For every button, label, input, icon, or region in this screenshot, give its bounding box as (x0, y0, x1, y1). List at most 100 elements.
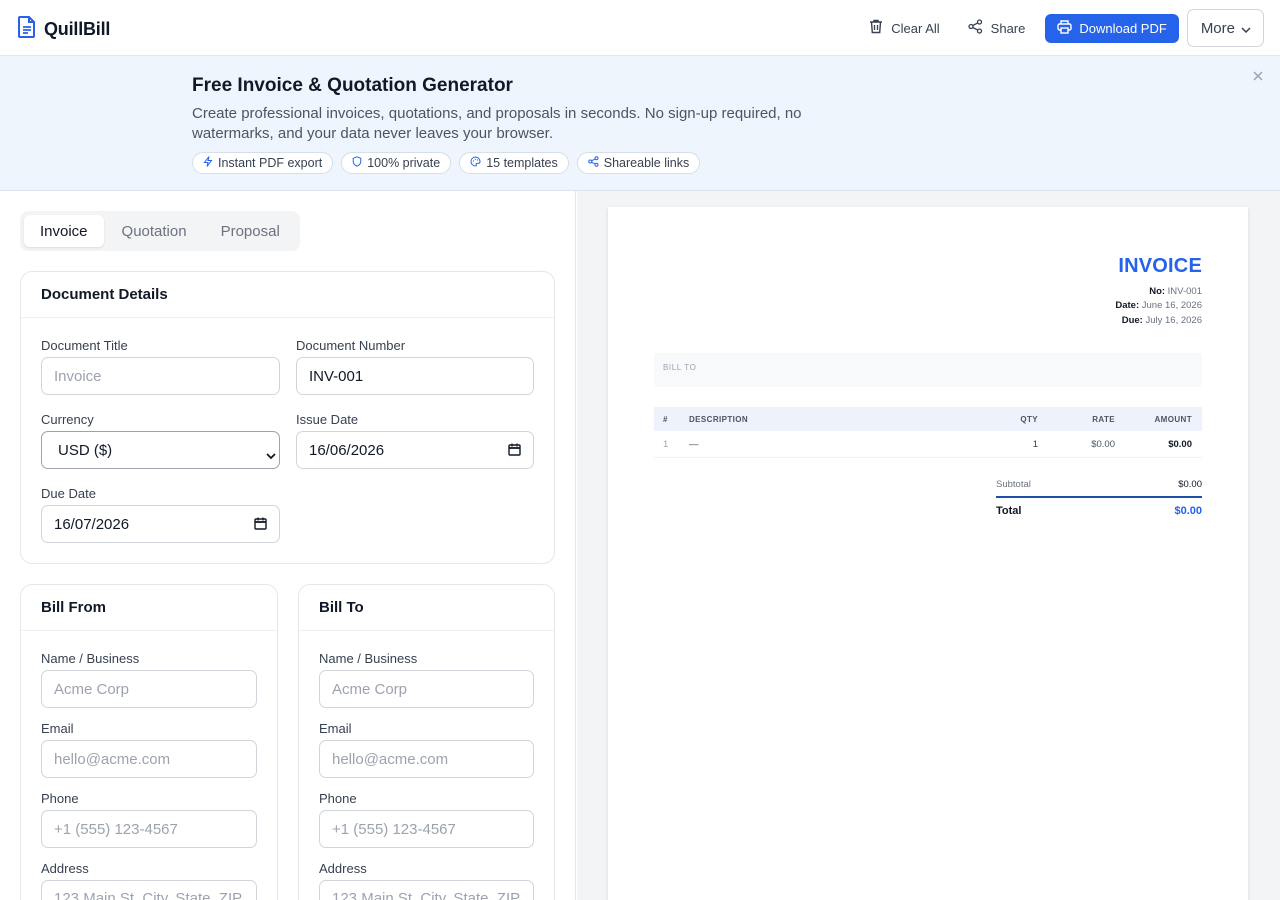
bill-from-heading: Bill From (21, 585, 277, 631)
bill-to-heading: Bill To (299, 585, 554, 631)
document-number-input[interactable]: INV-001 (296, 357, 534, 395)
preview-no-label: No: (1149, 286, 1166, 297)
issue-date-value: 16/06/2026 (309, 441, 385, 459)
preview-doc-title: INVOICE (1118, 255, 1202, 277)
calendar-icon[interactable] (508, 443, 521, 460)
share-button[interactable]: Share (958, 13, 1036, 43)
printer-icon (1057, 19, 1073, 37)
preview-due-label: Due: (1121, 315, 1143, 326)
chip-templates: 15 templates (459, 152, 569, 174)
currency-select[interactable]: USD ($) (41, 431, 280, 469)
issue-date-input[interactable]: 16/06/2026 (296, 431, 534, 469)
more-menu-button[interactable]: More (1186, 9, 1264, 47)
preview-total: Total $0.00 (996, 505, 1202, 523)
feature-chips: Instant PDF export 100% private 15 templ… (192, 152, 701, 174)
due-date-value: 16/07/2026 (54, 515, 130, 533)
total-value: $0.00 (1174, 505, 1202, 517)
row-rate: $0.00 (1091, 439, 1115, 450)
from-address-label: Address (41, 861, 89, 876)
chip-label: Instant PDF export (218, 156, 323, 170)
share-icon (968, 19, 983, 37)
document-number-label: Document Number (296, 338, 406, 353)
col-amount: AMOUNT (1154, 415, 1192, 424)
from-email-label: Email (41, 721, 74, 736)
document-title-label: Document Title (41, 338, 128, 353)
to-email-label: Email (319, 721, 352, 736)
bill-to-card: Bill To Name / Business Acme Corp Email … (298, 584, 555, 900)
currency-label: Currency (41, 412, 94, 427)
preview-date-value: June 16, 2026 (1141, 300, 1202, 311)
palette-icon (470, 156, 481, 170)
share-label: Share (990, 20, 1026, 36)
preview-issue-date: Date: June 16, 2026 (1115, 300, 1202, 311)
col-description: DESCRIPTION (689, 415, 749, 424)
banner-title: Free Invoice & Quotation Generator (192, 75, 513, 96)
from-phone-label: Phone (41, 791, 79, 806)
chip-private: 100% private (341, 152, 452, 174)
chip-label: Shareable links (603, 156, 690, 170)
to-address-label: Address (319, 861, 367, 876)
from-name-label: Name / Business (41, 651, 140, 666)
row-qty: 1 (1032, 439, 1038, 450)
col-num: # (663, 415, 668, 424)
invoice-preview-page: INVOICE No: INV-001 Date: June 16, 2026 … (608, 207, 1248, 900)
col-rate: RATE (1092, 415, 1115, 424)
to-email-input[interactable]: hello@acme.com (319, 740, 534, 778)
document-details-card: Document Details Document Title Invoice … (20, 271, 555, 564)
due-date-input[interactable]: 16/07/2026 (41, 505, 280, 543)
due-date-label: Due Date (41, 486, 96, 501)
row-num: 1 (663, 439, 669, 450)
trash-icon (869, 19, 883, 37)
close-icon (1252, 69, 1264, 86)
banner-description: Create professional invoices, quotations… (192, 105, 802, 142)
tab-proposal[interactable]: Proposal (205, 215, 296, 247)
document-icon (18, 16, 36, 43)
chip-label: 15 templates (486, 156, 558, 170)
chip-instant-pdf: Instant PDF export (192, 152, 334, 174)
to-phone-input[interactable]: +1 (555) 123-4567 (319, 810, 534, 848)
document-type-tabs: Invoice Quotation Proposal (20, 211, 300, 251)
total-divider (996, 496, 1202, 498)
share-icon (588, 156, 599, 170)
from-email-input[interactable]: hello@acme.com (41, 740, 257, 778)
total-label: Total (996, 505, 1022, 517)
preview-panel: INVOICE No: INV-001 Date: June 16, 2026 … (577, 191, 1280, 900)
row-amount: $0.00 (1168, 439, 1192, 450)
chip-shareable: Shareable links (576, 152, 701, 174)
clear-all-button[interactable]: Clear All (859, 13, 949, 43)
from-name-input[interactable]: Acme Corp (41, 670, 257, 708)
preview-due-value: July 16, 2026 (1145, 315, 1202, 326)
chip-label: 100% private (367, 156, 441, 170)
tab-invoice[interactable]: Invoice (24, 215, 104, 247)
to-address-input[interactable]: 123 Main St, City, State, ZIP (319, 880, 534, 900)
bolt-icon (203, 156, 213, 170)
preview-subtotal: Subtotal $0.00 (996, 479, 1202, 497)
issue-date-label: Issue Date (296, 412, 359, 427)
from-phone-input[interactable]: +1 (555) 123-4567 (41, 810, 257, 848)
to-name-label: Name / Business (319, 651, 418, 666)
preview-doc-number: No: INV-001 (1149, 286, 1202, 297)
download-pdf-label: Download PDF (1079, 20, 1167, 36)
editor-panel: Invoice Quotation Proposal Document Deta… (0, 191, 576, 900)
tab-quotation[interactable]: Quotation (106, 215, 203, 247)
close-banner-button[interactable] (1252, 69, 1266, 83)
hero-banner: Free Invoice & Quotation Generator Creat… (0, 56, 1280, 191)
shield-icon (352, 156, 362, 170)
top-bar: QuillBill Clear All Share Download PDF M… (0, 0, 1280, 56)
chevron-down-icon (1241, 20, 1251, 37)
preview-table-header: # DESCRIPTION QTY RATE AMOUNT (654, 407, 1202, 431)
preview-date-label: Date: (1115, 300, 1140, 311)
download-pdf-button[interactable]: Download PDF (1045, 13, 1179, 43)
col-qty: QTY (1020, 415, 1038, 424)
bill-from-card: Bill From Name / Business Acme Corp Emai… (20, 584, 278, 900)
row-description: — (689, 439, 699, 450)
brand[interactable]: QuillBill (18, 16, 110, 43)
subtotal-value: $0.00 (1178, 479, 1202, 490)
more-label: More (1200, 19, 1235, 37)
from-address-input[interactable]: 123 Main St, City, State, ZIP (41, 880, 257, 900)
preview-bill-to-box: BILL TO (654, 353, 1202, 387)
document-details-heading: Document Details (21, 272, 554, 318)
document-title-input[interactable]: Invoice (41, 357, 280, 395)
calendar-icon[interactable] (254, 517, 267, 534)
to-name-input[interactable]: Acme Corp (319, 670, 534, 708)
